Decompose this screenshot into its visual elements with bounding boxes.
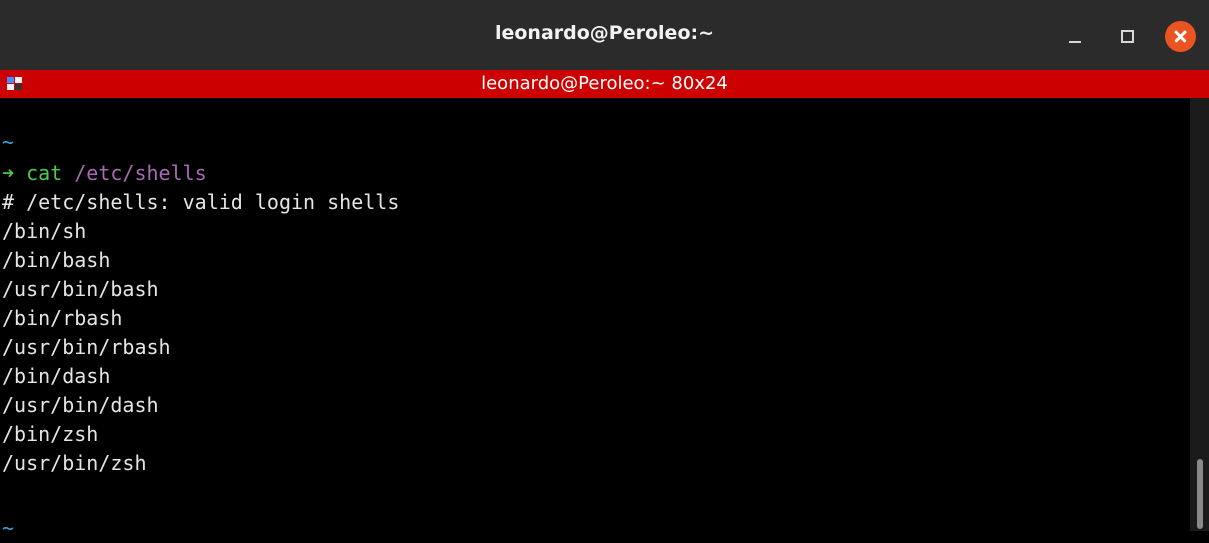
output-line: # /etc/shells: valid login shells <box>2 190 400 214</box>
terminal-subtitle-bar: leonardo@Peroleo:~ 80x24 <box>0 70 1209 98</box>
output-line: /bin/bash <box>2 248 111 272</box>
terminal-window: leonardo@Peroleo:~ leonardo@Peroleo:~ 80… <box>0 0 1209 540</box>
maximize-icon[interactable] <box>1118 26 1138 46</box>
window-title: leonardo@Peroleo:~ <box>494 22 715 44</box>
command-line: ➜ cat /etc/shells <box>2 159 207 188</box>
command-name: cat <box>26 161 63 185</box>
output-line: /bin/zsh <box>2 422 99 446</box>
terminal-output[interactable]: ~ ➜ cat /etc/shells # /etc/shells: valid… <box>0 98 1190 540</box>
output-line: /usr/bin/rbash <box>2 335 171 359</box>
minimize-icon[interactable] <box>1066 26 1086 46</box>
output-line: /usr/bin/dash <box>2 393 159 417</box>
prompt-directory: ~ <box>2 130 15 154</box>
close-icon[interactable] <box>1165 21 1196 52</box>
prompt-directory: ~ <box>2 516 15 540</box>
output-line: /usr/bin/bash <box>2 277 159 301</box>
scrollbar-thumb[interactable] <box>1197 459 1203 529</box>
output-line: /bin/dash <box>2 364 111 388</box>
command-argument: /etc/shells <box>74 161 207 185</box>
output-line: /bin/rbash <box>2 306 123 330</box>
output-line: /usr/bin/zsh <box>2 451 147 475</box>
output-line: /bin/sh <box>2 219 87 243</box>
terminal-subtitle: leonardo@Peroleo:~ 80x24 <box>481 73 728 94</box>
title-bar[interactable]: leonardo@Peroleo:~ <box>0 0 1209 70</box>
prompt-arrow-icon: ➜ <box>2 161 15 185</box>
